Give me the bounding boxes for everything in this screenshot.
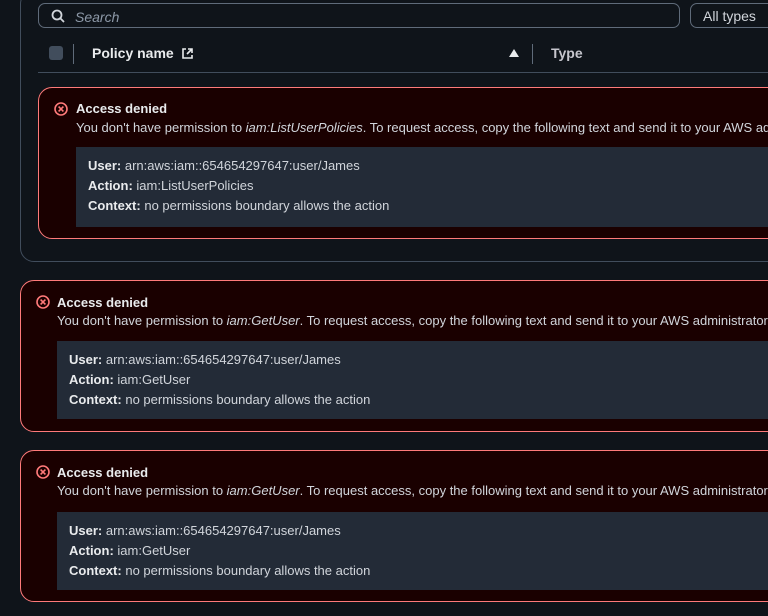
detail-context: Context: no permissions boundary allows … xyxy=(69,392,371,407)
alert-title: Access denied xyxy=(76,101,168,116)
alert-message: You don't have permission to iam:ListUse… xyxy=(76,120,768,135)
access-denied-alert: Access denied You don't have permission … xyxy=(38,87,768,239)
external-link-icon xyxy=(181,48,193,59)
alert-title: Access denied xyxy=(57,465,149,480)
request-details-box: User: arn:aws:iam::654654297647:user/Jam… xyxy=(57,341,768,419)
search-input[interactable] xyxy=(73,7,667,27)
select-all-checkbox[interactable] xyxy=(49,46,63,60)
detail-action: Action: iam:ListUserPolicies xyxy=(88,178,254,193)
column-divider xyxy=(73,44,74,64)
search-icon xyxy=(51,9,65,23)
error-icon xyxy=(36,295,50,309)
detail-action: Action: iam:GetUser xyxy=(69,543,191,558)
error-icon xyxy=(36,465,50,479)
detail-action: Action: iam:GetUser xyxy=(69,372,191,387)
alert-message: You don't have permission to iam:GetUser… xyxy=(57,483,768,498)
detail-context: Context: no permissions boundary allows … xyxy=(69,563,371,578)
detail-context: Context: no permissions boundary allows … xyxy=(88,198,390,213)
column-divider xyxy=(532,44,533,64)
table-header: Policy name Type xyxy=(38,36,768,73)
type-filter-select[interactable]: All types xyxy=(690,3,768,28)
access-denied-alert: Access denied You don't have permission … xyxy=(20,280,768,432)
request-details-box: User: arn:aws:iam::654654297647:user/Jam… xyxy=(57,512,768,590)
column-label: Policy name xyxy=(92,45,174,61)
detail-user: User: arn:aws:iam::654654297647:user/Jam… xyxy=(88,158,360,173)
column-header-type[interactable]: Type xyxy=(551,45,583,61)
search-box[interactable] xyxy=(38,3,680,28)
alert-message: You don't have permission to iam:GetUser… xyxy=(57,313,768,328)
access-denied-alert: Access denied You don't have permission … xyxy=(20,450,768,602)
column-header-policy-name[interactable]: Policy name xyxy=(92,45,194,61)
error-icon xyxy=(54,102,68,116)
detail-user: User: arn:aws:iam::654654297647:user/Jam… xyxy=(69,523,341,538)
request-details-box: User: arn:aws:iam::654654297647:user/Jam… xyxy=(76,147,768,227)
alert-title: Access denied xyxy=(57,295,149,310)
sort-ascending-icon[interactable] xyxy=(509,49,519,57)
detail-user: User: arn:aws:iam::654654297647:user/Jam… xyxy=(69,352,341,367)
